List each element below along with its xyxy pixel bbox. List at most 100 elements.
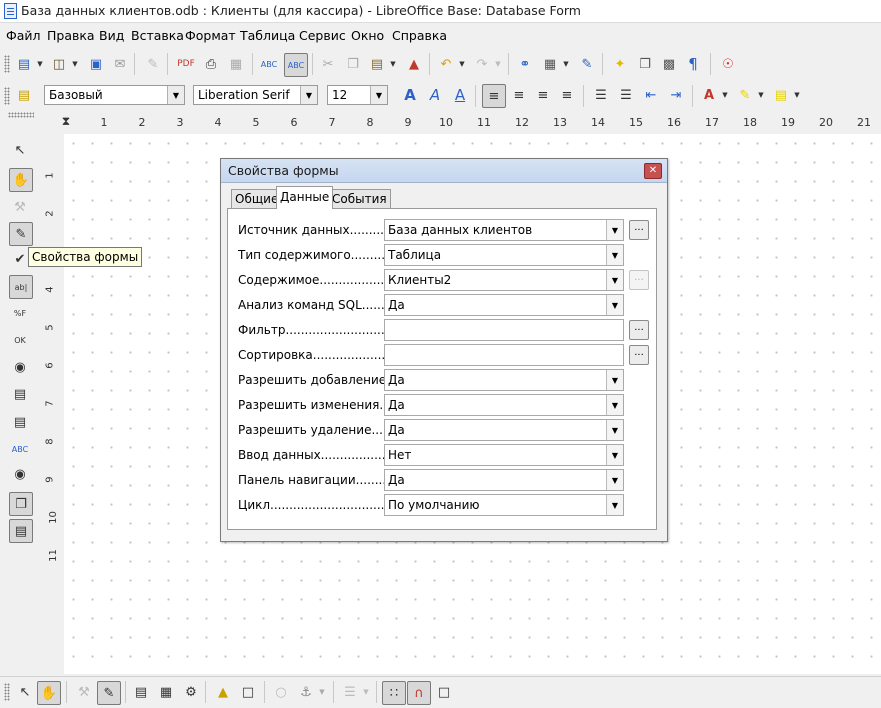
- clone-formatting-icon[interactable]: ▲: [404, 54, 424, 74]
- anchor-icon[interactable]: ⚓: [296, 682, 316, 702]
- decrease-indent-icon[interactable]: ⇤: [641, 85, 661, 105]
- increase-indent-icon[interactable]: ⇥: [666, 85, 686, 105]
- guides-icon[interactable]: □: [434, 682, 454, 702]
- chevron-down-icon[interactable]: ▼: [36, 54, 44, 74]
- chevron-down-icon[interactable]: ▼: [606, 395, 623, 415]
- menu-insert[interactable]: Вставка: [131, 28, 184, 43]
- design-mode-icon[interactable]: ✋: [9, 168, 33, 192]
- menu-edit[interactable]: Правка: [47, 28, 95, 43]
- allow-deletions-select[interactable]: Да ▼: [384, 419, 624, 441]
- add-data-only-select[interactable]: Нет ▼: [384, 444, 624, 466]
- chevron-down-icon[interactable]: ▼: [562, 54, 570, 74]
- copy-icon[interactable]: ❐: [343, 54, 363, 74]
- menu-tools[interactable]: Сервис: [299, 28, 346, 43]
- cut-icon[interactable]: ✂: [318, 54, 338, 74]
- chevron-down-icon[interactable]: ▼: [606, 370, 623, 390]
- paragraph-style-combo[interactable]: Базовый ▼: [44, 85, 185, 105]
- dialog-title-bar[interactable]: Свойства формы ✕: [221, 159, 667, 183]
- navigation-bar-select[interactable]: Да ▼: [384, 469, 624, 491]
- nonprinting-chars-icon[interactable]: ¶: [683, 54, 703, 74]
- export-pdf-icon[interactable]: PDF: [176, 54, 196, 74]
- toolbar-grip[interactable]: [4, 87, 10, 105]
- align-icon[interactable]: ☰: [340, 682, 360, 702]
- horizontal-ruler[interactable]: ⧗ 1 2 3 4 5 6 7 8 9 10 11 12 13 14 15 16…: [44, 112, 881, 134]
- form-design-icon[interactable]: ✎: [9, 222, 33, 246]
- font-size-combo[interactable]: 12 ▼: [327, 85, 388, 105]
- email-icon[interactable]: ✉: [110, 54, 130, 74]
- chevron-down-icon[interactable]: ▼: [370, 86, 387, 104]
- chevron-down-icon[interactable]: ▼: [606, 495, 623, 515]
- undo-icon[interactable]: ↶: [436, 54, 456, 74]
- navigator-icon[interactable]: ✦: [610, 54, 630, 74]
- analyze-sql-select[interactable]: Да ▼: [384, 294, 624, 316]
- allow-modifications-select[interactable]: Да ▼: [384, 394, 624, 416]
- more-controls-icon[interactable]: ◉: [10, 464, 30, 484]
- option-button-icon[interactable]: ◉: [10, 357, 30, 377]
- gallery-icon[interactable]: ❐: [635, 54, 655, 74]
- paste-icon[interactable]: ▤: [367, 54, 387, 74]
- chevron-down-icon[interactable]: ▼: [606, 420, 623, 440]
- show-draw-functions-icon[interactable]: ✎: [577, 54, 597, 74]
- tab-stop-icon[interactable]: ⧗: [56, 114, 76, 129]
- data-sources-icon[interactable]: ▩: [659, 54, 679, 74]
- chevron-down-icon[interactable]: ▼: [318, 682, 326, 702]
- toolbar-grip[interactable]: [8, 112, 34, 118]
- menu-format[interactable]: Формат: [185, 28, 236, 43]
- chevron-down-icon[interactable]: ▼: [389, 54, 397, 74]
- new-document-icon[interactable]: ▤: [14, 54, 34, 74]
- bold-icon[interactable]: A: [400, 85, 420, 105]
- redo-icon[interactable]: ↷: [472, 54, 492, 74]
- data-source-browse-button[interactable]: ...: [629, 220, 649, 240]
- highlighting-icon[interactable]: ✎: [735, 85, 755, 105]
- numbering-icon[interactable]: ☰: [591, 85, 611, 105]
- underline-icon[interactable]: A: [450, 85, 470, 105]
- chevron-down-icon[interactable]: ▼: [721, 85, 729, 105]
- font-name-combo[interactable]: Liberation Serif ▼: [193, 85, 318, 105]
- toolbar-grip[interactable]: [4, 55, 10, 73]
- list-box-icon[interactable]: ▤: [10, 412, 30, 432]
- toolbar-grip[interactable]: [4, 683, 10, 701]
- combo-box-icon[interactable]: ❐: [9, 492, 33, 516]
- list-box-icon[interactable]: ▤: [10, 384, 30, 404]
- background-color-icon[interactable]: ▤: [771, 85, 791, 105]
- group-icon[interactable]: □: [238, 682, 258, 702]
- menu-file[interactable]: Файл: [6, 28, 41, 43]
- display-grid-icon[interactable]: ∷: [382, 681, 406, 705]
- label-field-icon[interactable]: ABC: [10, 439, 30, 459]
- menu-window[interactable]: Окно: [351, 28, 384, 43]
- activation-order-icon[interactable]: ⚙: [181, 682, 201, 702]
- print-preview-icon[interactable]: ▦: [226, 54, 246, 74]
- form-design-icon[interactable]: ✎: [97, 681, 121, 705]
- comment-icon[interactable]: ○: [271, 682, 291, 702]
- hyperlink-icon[interactable]: ⚭: [515, 54, 535, 74]
- control-wizards-icon[interactable]: ⚒: [74, 682, 94, 702]
- chevron-down-icon[interactable]: ▼: [606, 220, 623, 240]
- sort-field[interactable]: [384, 344, 624, 366]
- chevron-down-icon[interactable]: ▼: [300, 86, 317, 104]
- align-left-icon[interactable]: ≡: [482, 84, 506, 108]
- chevron-down-icon[interactable]: ▼: [793, 85, 801, 105]
- content-select[interactable]: Клиенты2 ▼: [384, 269, 624, 291]
- autospellcheck-icon[interactable]: ABC: [284, 53, 308, 77]
- tab-order-icon[interactable]: ▦: [156, 682, 176, 702]
- add-field-icon[interactable]: ▤: [131, 682, 151, 702]
- save-icon[interactable]: ▣: [86, 54, 106, 74]
- font-color-icon[interactable]: A: [699, 85, 719, 105]
- design-mode-icon[interactable]: ✋: [37, 681, 61, 705]
- close-icon[interactable]: ✕: [644, 163, 662, 179]
- formatted-field-icon[interactable]: %F: [10, 303, 30, 323]
- edit-file-icon[interactable]: ✎: [143, 54, 163, 74]
- chevron-down-icon[interactable]: ▼: [606, 295, 623, 315]
- tab-data[interactable]: Данные: [276, 186, 334, 209]
- chevron-down-icon[interactable]: ▼: [458, 54, 466, 74]
- chevron-down-icon[interactable]: ▼: [606, 470, 623, 490]
- chevron-down-icon[interactable]: ▼: [757, 85, 765, 105]
- menu-help[interactable]: Справка: [392, 28, 447, 43]
- filter-field[interactable]: [384, 319, 624, 341]
- select-icon[interactable]: ↖: [10, 140, 30, 160]
- menu-table[interactable]: Таблица: [240, 28, 295, 43]
- spellcheck-icon[interactable]: ABC: [259, 54, 279, 74]
- italic-icon[interactable]: A: [425, 85, 445, 105]
- content-browse-button[interactable]: ...: [629, 270, 649, 290]
- bullets-icon[interactable]: ☰: [616, 85, 636, 105]
